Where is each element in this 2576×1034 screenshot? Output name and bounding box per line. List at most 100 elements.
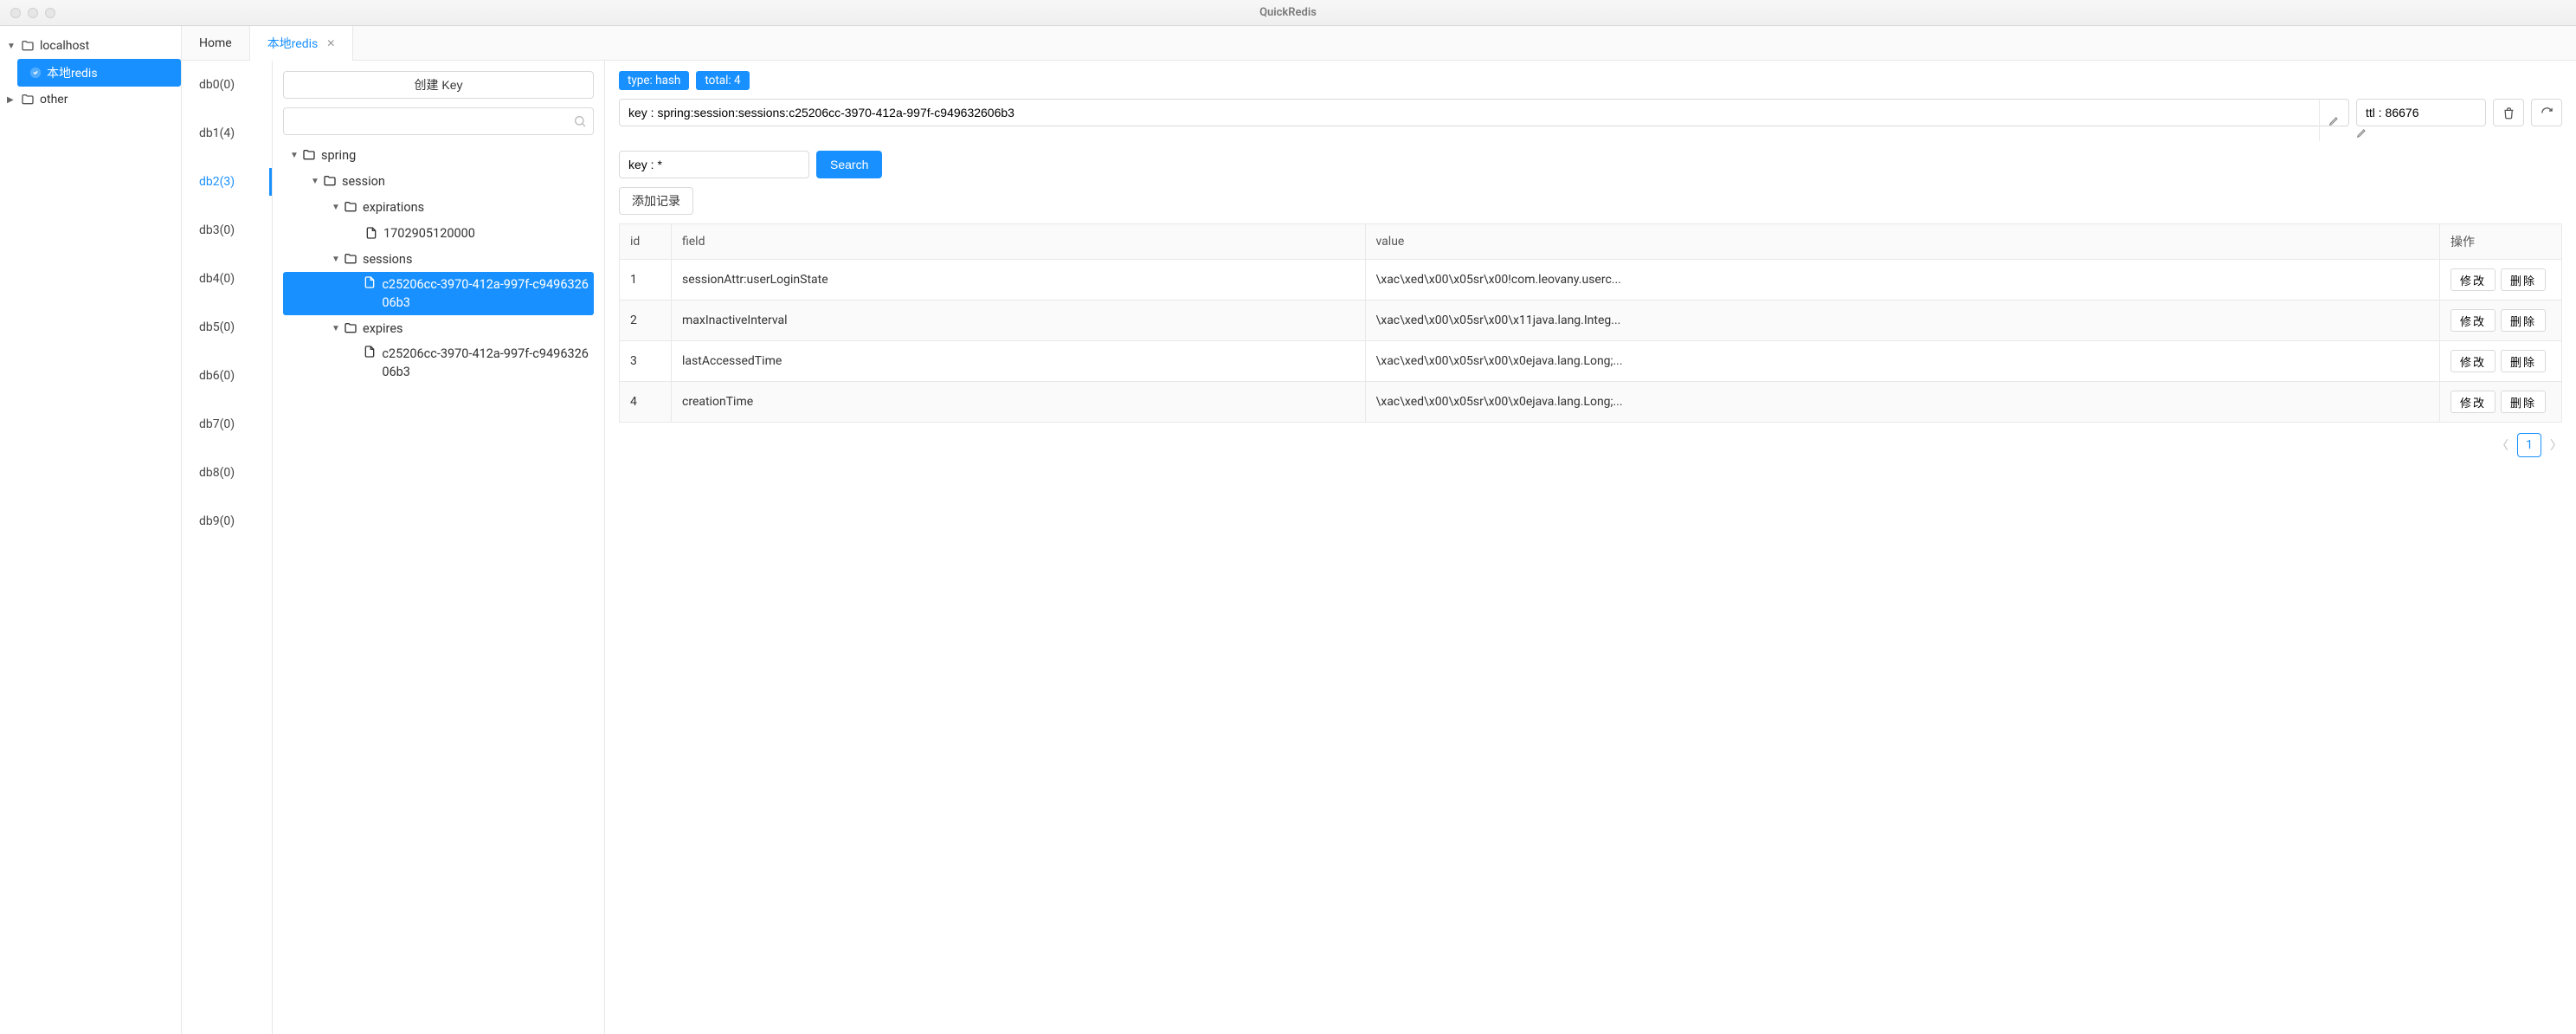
folder-icon (344, 321, 357, 335)
tree-key[interactable]: c25206cc-3970-412a-997f-c949632606b3 (283, 272, 594, 315)
table-row: 2maxInactiveInterval\xac\xed\x00\x05sr\x… (620, 301, 2562, 341)
cell-id: 1 (620, 260, 672, 301)
db-item[interactable]: db5(0) (182, 303, 272, 352)
tab-bar: Home 本地redis ✕ (182, 26, 2576, 61)
create-key-button[interactable]: 创建 Key (283, 71, 594, 99)
tree-folder[interactable]: ▼ expires (283, 315, 594, 341)
refresh-button[interactable] (2531, 99, 2562, 126)
tree-node-label: c25206cc-3970-412a-997f-c949632606b3 (382, 345, 589, 381)
connection-item-other[interactable]: ▶ other (0, 87, 181, 113)
cell-value: \xac\xed\x00\x05sr\x00!com.leovany.userc… (1365, 260, 2439, 301)
folder-icon (344, 200, 357, 214)
tree-key[interactable]: 1702905120000 (283, 220, 594, 246)
delete-key-button[interactable] (2493, 99, 2524, 126)
db-item[interactable]: db9(0) (182, 497, 272, 546)
folder-icon (323, 174, 337, 188)
trash-icon (2502, 107, 2515, 120)
page-next-icon[interactable]: 〉 (2550, 436, 2562, 454)
delete-row-button[interactable]: 删除 (2501, 350, 2546, 372)
tree-key[interactable]: c25206cc-3970-412a-997f-c949632606b3 (283, 341, 594, 385)
ttl-input[interactable] (2356, 99, 2486, 126)
db-list: db0(0)db1(4)db2(3)db3(0)db4(0)db5(0)db6(… (182, 61, 273, 1034)
tree-folder[interactable]: ▼expirations (283, 194, 594, 220)
window-titlebar: QuickRedis (0, 0, 2576, 26)
delete-row-button[interactable]: 删除 (2501, 268, 2546, 291)
cell-field: lastAccessedTime (672, 341, 1366, 382)
edit-row-button[interactable]: 修改 (2450, 350, 2496, 372)
tree-folder[interactable]: ▼sessions (283, 246, 594, 272)
col-ops: 操作 (2439, 224, 2561, 260)
connection-item-localhost[interactable]: ▼ localhost (0, 33, 181, 59)
tree-node-label: 1702905120000 (383, 226, 475, 241)
cell-id: 2 (620, 301, 672, 341)
window-title: QuickRedis (1259, 6, 1317, 19)
tree-folder[interactable]: ▼ session (283, 168, 594, 194)
folder-icon (21, 93, 35, 107)
db-item[interactable]: db4(0) (182, 255, 272, 303)
file-icon (363, 275, 377, 289)
search-button[interactable]: Search (816, 151, 882, 178)
col-value: value (1365, 224, 2439, 260)
traffic-light-close[interactable] (10, 8, 21, 18)
edit-row-button[interactable]: 修改 (2450, 391, 2496, 413)
hash-table: id field value 操作 1sessionAttr:userLogin… (619, 223, 2562, 423)
connection-sidebar: ▼ localhost 本地redis ▶ other (0, 26, 182, 1034)
edit-key-icon[interactable] (2319, 100, 2348, 141)
tab-label: 本地redis (267, 35, 319, 52)
delete-row-button[interactable]: 删除 (2501, 391, 2546, 413)
traffic-light-max[interactable] (45, 8, 55, 18)
table-row: 4creationTime\xac\xed\x00\x05sr\x00\x0ej… (620, 382, 2562, 423)
tree-node-label: spring (321, 148, 356, 163)
page-prev-icon[interactable]: 〈 (2496, 436, 2508, 454)
cell-field: creationTime (672, 382, 1366, 423)
tree-folder[interactable]: ▼ spring (283, 142, 594, 168)
tab-home[interactable]: Home (182, 26, 250, 60)
tree-node-label: expires (363, 321, 403, 336)
connection-child-localredis[interactable]: 本地redis (17, 59, 181, 87)
page-number[interactable]: 1 (2517, 433, 2541, 457)
connection-child-label: 本地redis (47, 64, 98, 81)
cell-id: 4 (620, 382, 672, 423)
folder-icon (21, 39, 35, 53)
delete-row-button[interactable]: 删除 (2501, 309, 2546, 332)
file-icon (364, 226, 378, 240)
chevron-right-icon: ▶ (7, 95, 14, 105)
edit-ttl-icon[interactable] (2356, 128, 2368, 142)
chevron-down-icon: ▼ (309, 177, 321, 186)
connection-label: other (40, 93, 68, 107)
add-record-button[interactable]: 添加记录 (619, 187, 693, 215)
db-item[interactable]: db1(4) (182, 109, 272, 158)
edit-row-button[interactable]: 修改 (2450, 309, 2496, 332)
file-icon (363, 345, 377, 359)
detail-panel: type: hash total: 4 (605, 61, 2576, 1034)
chevron-down-icon: ▼ (330, 255, 342, 264)
total-badge: total: 4 (696, 71, 749, 90)
db-item[interactable]: db0(0) (182, 61, 272, 109)
cell-value: \xac\xed\x00\x05sr\x00\x0ejava.lang.Long… (1365, 341, 2439, 382)
chevron-down-icon: ▼ (288, 151, 300, 160)
search-icon[interactable] (573, 114, 587, 132)
db-item[interactable]: db2(3) (182, 158, 272, 206)
db-item[interactable]: db8(0) (182, 449, 272, 497)
db-item[interactable]: db6(0) (182, 352, 272, 400)
key-search-input[interactable] (283, 107, 594, 135)
edit-row-button[interactable]: 修改 (2450, 268, 2496, 291)
cell-field: sessionAttr:userLoginState (672, 260, 1366, 301)
db-item[interactable]: db3(0) (182, 206, 272, 255)
traffic-light-min[interactable] (28, 8, 38, 18)
tree-node-label: session (342, 174, 385, 189)
table-row: 1sessionAttr:userLoginState\xac\xed\x00\… (620, 260, 2562, 301)
connection-label: localhost (40, 39, 89, 53)
key-name-input[interactable] (619, 99, 2349, 126)
chevron-down-icon: ▼ (7, 42, 16, 51)
col-id: id (620, 224, 672, 260)
cell-value: \xac\xed\x00\x05sr\x00\x0ejava.lang.Long… (1365, 382, 2439, 423)
check-circle-icon (29, 67, 42, 79)
tab-localredis[interactable]: 本地redis ✕ (250, 26, 354, 60)
field-filter-input[interactable] (619, 151, 809, 178)
db-item[interactable]: db7(0) (182, 400, 272, 449)
tree-node-label: c25206cc-3970-412a-997f-c949632606b3 (382, 275, 589, 312)
close-icon[interactable]: ✕ (326, 37, 335, 49)
folder-icon (344, 252, 357, 266)
chevron-down-icon: ▼ (330, 324, 342, 333)
